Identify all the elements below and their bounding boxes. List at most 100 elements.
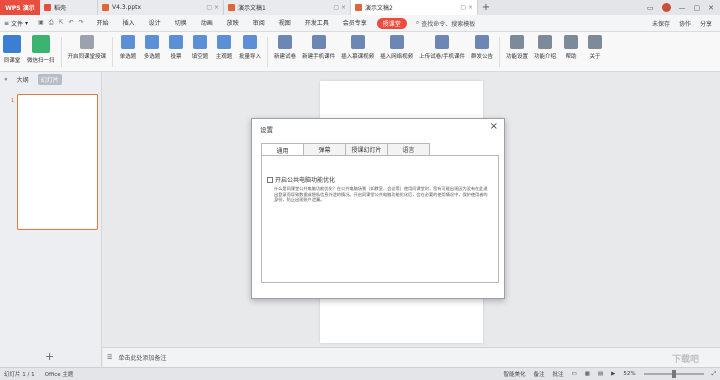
beautify-button[interactable]: 智能美化 bbox=[503, 370, 525, 378]
ribbon-button[interactable]: 上传试卷/手机课件 bbox=[416, 35, 468, 60]
menu-item-highlight[interactable]: 授课堂 bbox=[376, 17, 407, 29]
menu-item[interactable]: 插入 bbox=[116, 18, 142, 29]
ribbon-icon bbox=[121, 35, 136, 49]
ribbon-icon bbox=[145, 35, 160, 49]
ribbon-button[interactable]: 插入网络视频 bbox=[377, 35, 416, 60]
tab-doc2[interactable]: 演示文稿2 ▢ × bbox=[351, 0, 478, 15]
collaborate-button[interactable]: 协作 bbox=[679, 19, 691, 28]
close-window-icon[interactable]: ✕ bbox=[708, 4, 714, 12]
maximize-icon[interactable]: ▢ bbox=[694, 4, 701, 12]
ribbon-button[interactable]: 关于 bbox=[583, 35, 607, 60]
option-description: 什么是同课堂公共电脑功能优化？在公共电脑场景（如教室、会议等）使用同课堂时，您有… bbox=[274, 186, 488, 202]
collapse-icon[interactable]: « bbox=[4, 76, 8, 83]
ribbon-label: 微信扫一扫 bbox=[27, 58, 55, 64]
ribbon-label: 插入慕课视频 bbox=[341, 54, 375, 60]
tab-danmaku[interactable]: 弹幕 bbox=[303, 143, 346, 155]
new-tab-button[interactable]: + bbox=[478, 0, 494, 15]
ribbon-button[interactable]: 帮助 bbox=[559, 35, 583, 60]
tab-close-icon[interactable]: ▢ × bbox=[206, 4, 219, 11]
zoom-level[interactable]: 52% bbox=[623, 371, 635, 377]
ribbon-button[interactable]: 功能设置 bbox=[503, 35, 531, 60]
menu-item[interactable]: 开发工具 bbox=[298, 18, 336, 29]
tab-daoke[interactable]: 稻壳 bbox=[40, 0, 98, 15]
ribbon-button[interactable]: 功能介绍 bbox=[531, 35, 559, 60]
ribbon-icon bbox=[509, 35, 524, 49]
reading-view-icon[interactable]: ▤ bbox=[598, 371, 603, 377]
save-icon[interactable]: ▣ bbox=[38, 19, 44, 27]
ribbon-button[interactable]: 开启同课堂授课 bbox=[65, 35, 110, 60]
pptx-icon bbox=[355, 4, 362, 11]
ribbon-button[interactable]: 填空题 bbox=[188, 35, 212, 60]
ribbon-button[interactable]: 投票 bbox=[164, 35, 188, 60]
ribbon-icon bbox=[193, 35, 208, 49]
comment-toggle[interactable]: 批注 bbox=[553, 370, 564, 378]
file-menu[interactable]: ≡ 文件 ▾ bbox=[0, 19, 32, 28]
menu-item[interactable]: 会员专享 bbox=[336, 18, 374, 29]
unsaved-status[interactable]: 未保存 bbox=[652, 19, 670, 28]
zoom-knob[interactable] bbox=[671, 370, 676, 378]
minimize-icon[interactable]: — bbox=[679, 4, 686, 12]
public-pc-checkbox[interactable] bbox=[267, 176, 273, 183]
undo-icon[interactable]: ↶ bbox=[69, 19, 74, 27]
ribbon-button[interactable]: 群发公告 bbox=[468, 35, 496, 60]
dialog-title: 设置 bbox=[260, 126, 273, 134]
menu-item[interactable]: 放映 bbox=[220, 18, 246, 29]
menu-item[interactable]: 审阅 bbox=[246, 18, 272, 29]
ribbon-button[interactable]: 新建手机课件 bbox=[299, 35, 338, 60]
ribbon-label: 关于 bbox=[589, 54, 601, 60]
ribbon-button[interactable]: 多选题 bbox=[140, 35, 164, 60]
tab-close-icon[interactable]: ▢ × bbox=[460, 4, 473, 11]
chevron-down-icon: ▾ bbox=[25, 19, 29, 27]
ribbon-button[interactable]: 同课堂 bbox=[0, 35, 24, 64]
wps-logo[interactable]: WPS 演示 bbox=[0, 0, 40, 15]
ribbon-button[interactable]: 新建试卷 bbox=[271, 35, 299, 60]
play-icon[interactable]: ▶ bbox=[611, 371, 615, 377]
ribbon-label: 多选题 bbox=[143, 54, 161, 60]
menu-item[interactable]: 切换 bbox=[168, 18, 194, 29]
ribbon-button[interactable]: 批量导入 bbox=[236, 35, 264, 60]
tab-v43[interactable]: V4.3.pptx ▢ × bbox=[98, 0, 224, 15]
normal-view-icon[interactable]: ▭ bbox=[572, 371, 577, 377]
search-box[interactable]: ⌕ 查找命令、搜索模板 bbox=[416, 19, 475, 28]
ribbon-button[interactable]: 插入慕课视频 bbox=[338, 35, 377, 60]
tab-outline[interactable]: 大纲 bbox=[14, 74, 32, 85]
search-icon: ⌕ bbox=[415, 19, 420, 26]
ribbon-icon bbox=[243, 35, 258, 49]
tab-language[interactable]: 语言 bbox=[387, 143, 430, 155]
ribbon-icon bbox=[588, 35, 603, 49]
menu-item[interactable]: 设计 bbox=[142, 18, 168, 29]
menu-item[interactable]: 动画 bbox=[194, 18, 220, 29]
tab-close-icon[interactable]: ▢ × bbox=[333, 4, 346, 11]
sorter-view-icon[interactable]: ▦ bbox=[585, 371, 590, 377]
share-button[interactable]: 分享 bbox=[700, 19, 712, 28]
close-icon[interactable]: × bbox=[490, 121, 498, 132]
ribbon-button[interactable]: 主观题 bbox=[212, 35, 236, 60]
tab-slides[interactable]: 幻灯片 bbox=[37, 73, 62, 85]
print-icon[interactable]: ⎙ bbox=[49, 19, 54, 27]
notes-area[interactable]: ☰ 单击此处添加备注 bbox=[103, 347, 720, 367]
avatar[interactable] bbox=[661, 3, 671, 12]
ribbon-label: 同课堂 bbox=[3, 58, 21, 64]
tab-teaching-slides[interactable]: 授课幻灯片 bbox=[345, 143, 388, 155]
ribbon-separator bbox=[112, 37, 114, 67]
daoke-icon bbox=[44, 4, 51, 11]
zoom-slider[interactable] bbox=[643, 370, 704, 378]
ribbon-button[interactable]: 微信扫一扫 bbox=[24, 35, 58, 64]
ribbon-button[interactable]: 单选题 bbox=[116, 35, 140, 60]
tab-label: 演示文稿1 bbox=[238, 5, 266, 12]
notes-toggle[interactable]: 备注 bbox=[533, 370, 544, 378]
ribbon-icon bbox=[474, 35, 489, 49]
menu-item[interactable]: 开始 bbox=[90, 18, 116, 29]
notes-placeholder: 单击此处添加备注 bbox=[118, 355, 167, 362]
ribbon-label: 单选题 bbox=[119, 54, 137, 60]
ribbon-label: 帮助 bbox=[565, 54, 577, 60]
menu-item[interactable]: 视图 bbox=[272, 18, 298, 29]
tab-doc1[interactable]: 演示文稿1 ▢ × bbox=[224, 0, 351, 15]
slide-thumbnail[interactable] bbox=[17, 94, 98, 230]
add-slide-button[interactable]: + bbox=[45, 350, 54, 363]
window-layout-icon[interactable]: ▭ bbox=[647, 4, 654, 12]
redo-icon[interactable]: ↷ bbox=[79, 19, 84, 27]
fit-icon[interactable]: ⤢ bbox=[712, 371, 716, 378]
public-pc-option[interactable]: 开启公共电脑功能优化 bbox=[267, 175, 335, 184]
export-icon[interactable]: ⇱ bbox=[59, 19, 64, 27]
